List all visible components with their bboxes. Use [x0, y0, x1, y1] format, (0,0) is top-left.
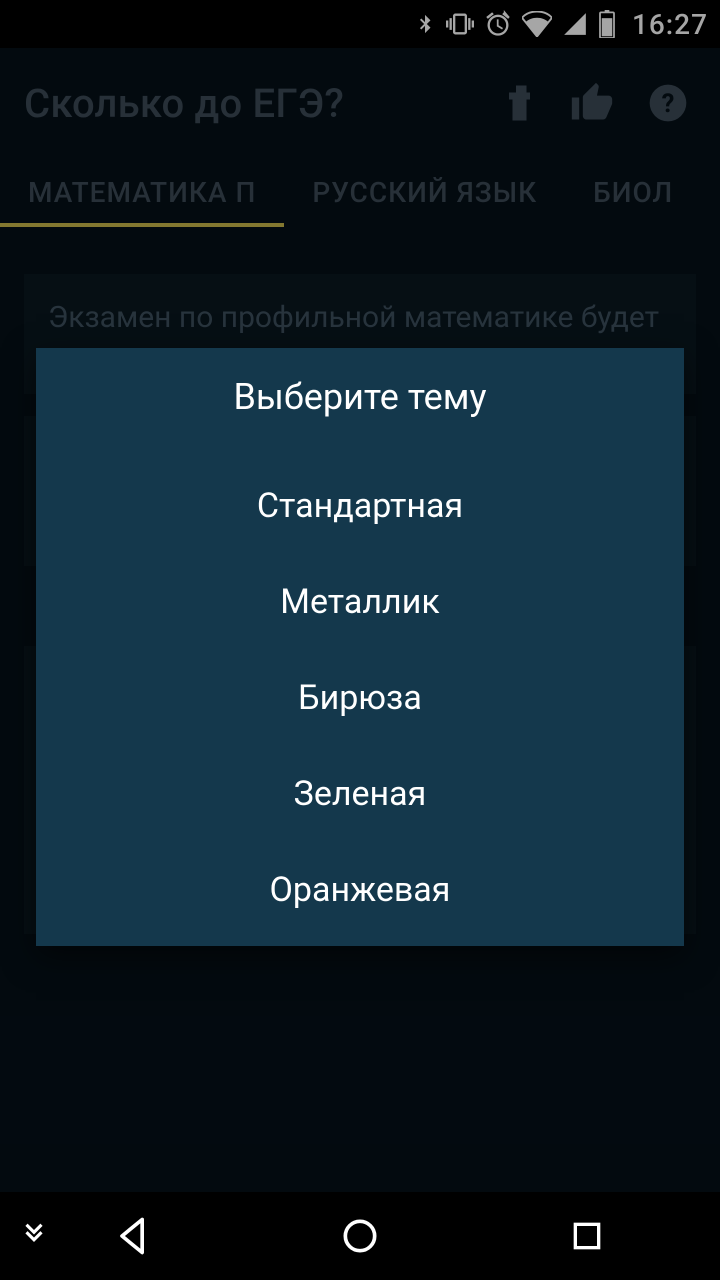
dialog-title: Выберите тему: [36, 348, 684, 458]
nav-expand-button[interactable]: [14, 1206, 54, 1266]
nav-bar: [0, 1192, 720, 1280]
nav-back-button[interactable]: [93, 1206, 173, 1266]
nav-home-button[interactable]: [320, 1206, 400, 1266]
nav-recent-button[interactable]: [547, 1206, 627, 1266]
theme-dialog: Выберите тему Стандартная Металлик Бирюз…: [36, 348, 684, 946]
theme-option-standard[interactable]: Стандартная: [36, 458, 684, 554]
theme-option-green[interactable]: Зеленая: [36, 746, 684, 842]
theme-option-metallic[interactable]: Металлик: [36, 554, 684, 650]
theme-option-turquoise[interactable]: Бирюза: [36, 650, 684, 746]
theme-option-orange[interactable]: Оранжевая: [36, 842, 684, 938]
